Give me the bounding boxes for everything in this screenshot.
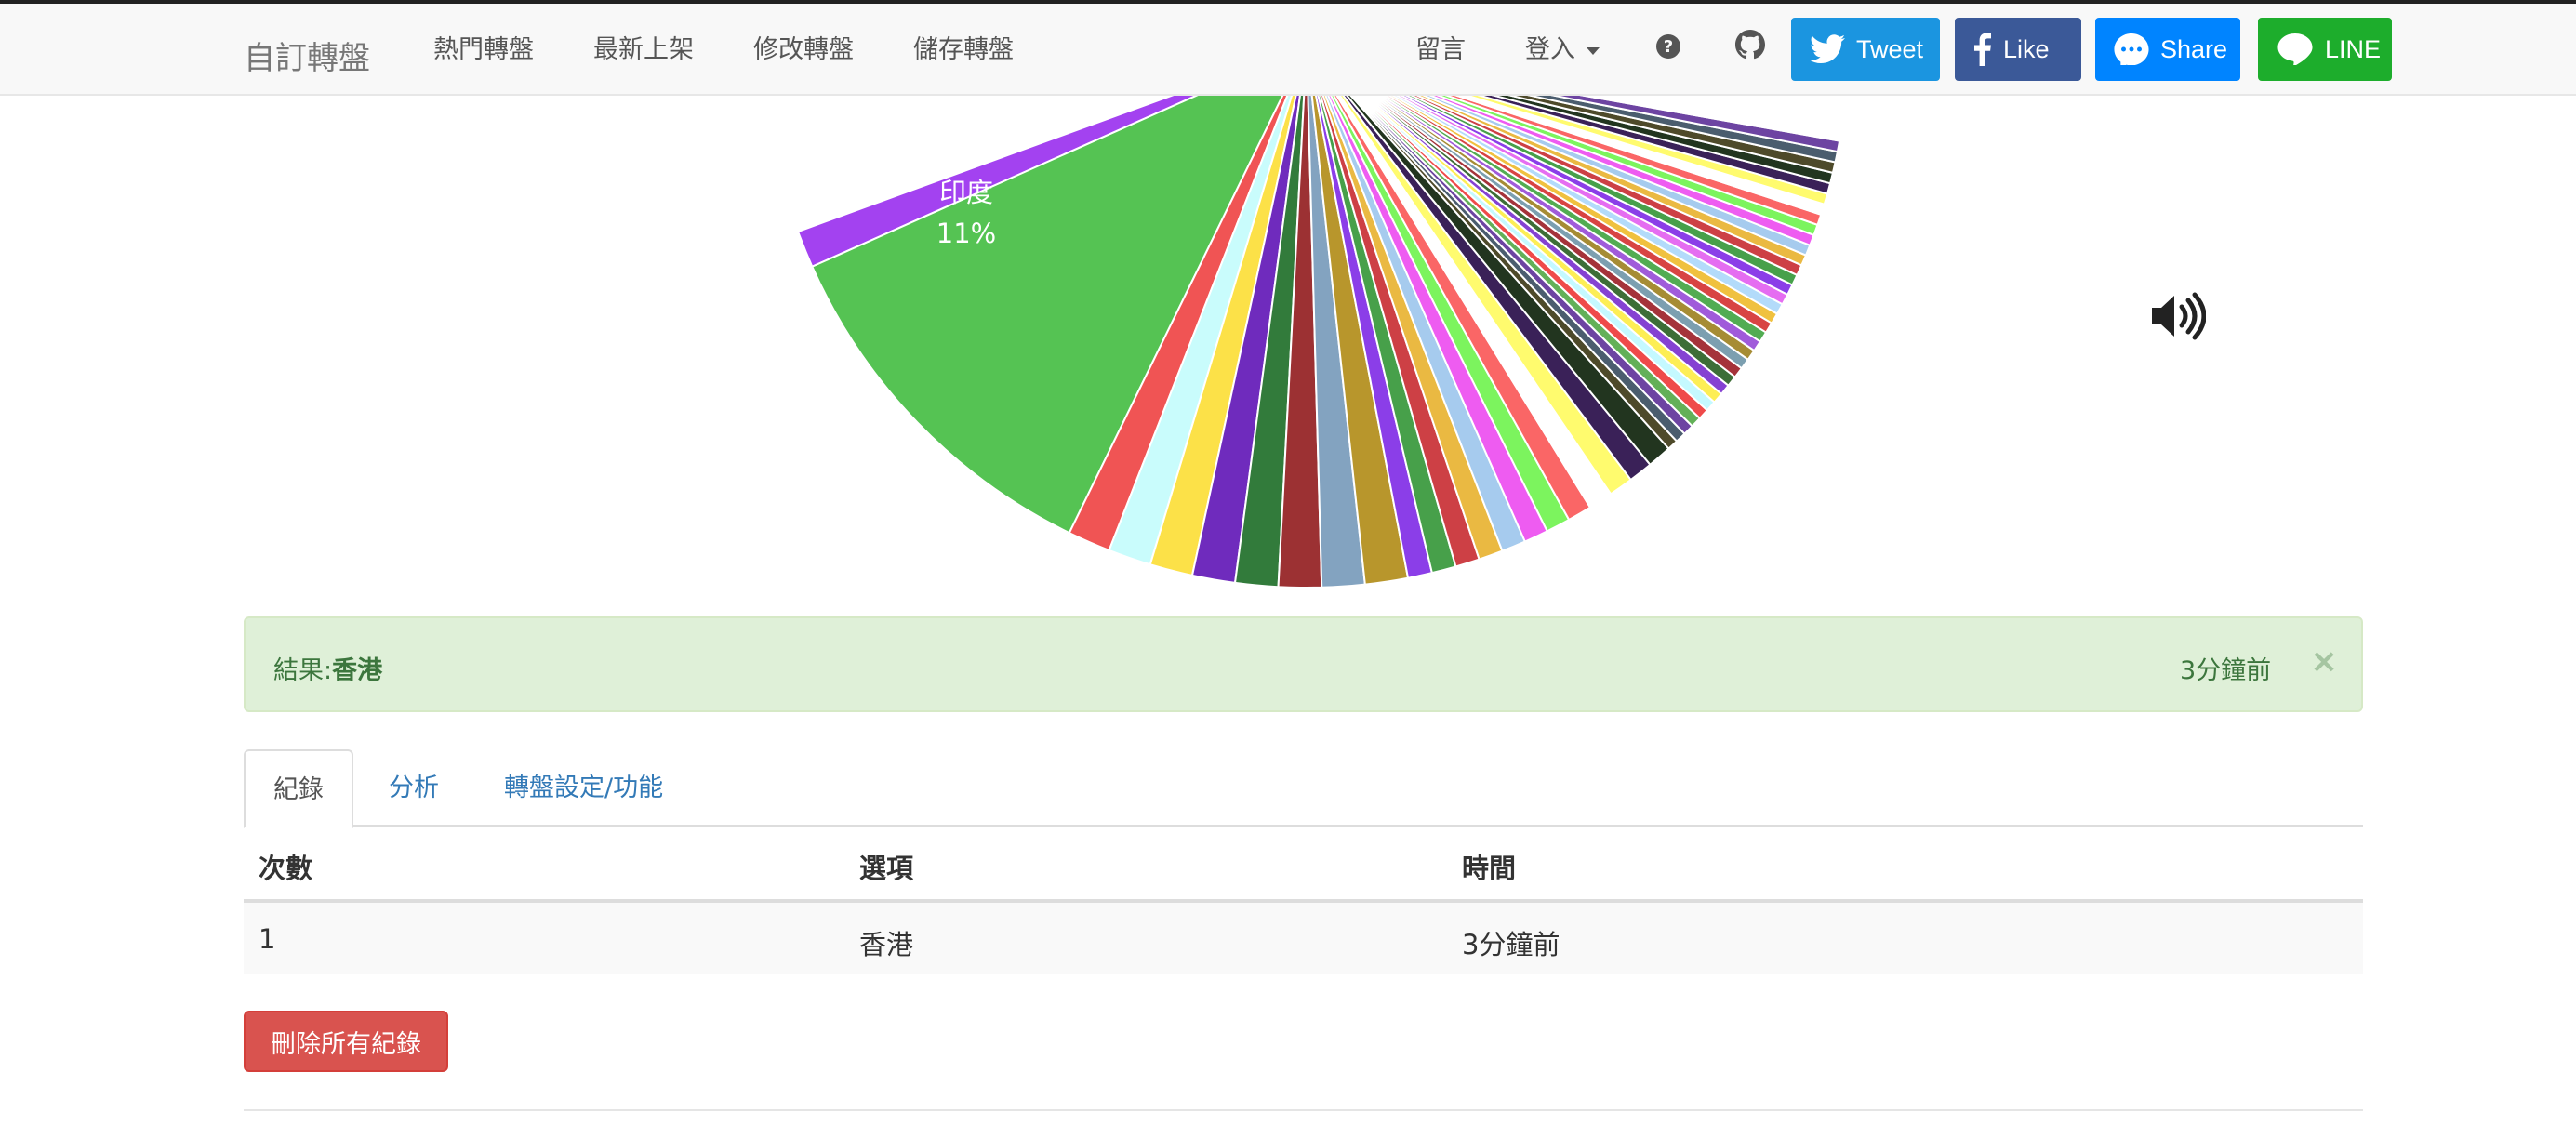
nav-login-dropdown[interactable]: 登入	[1525, 37, 1600, 62]
header-count: 次數	[259, 853, 313, 884]
divider	[244, 1109, 2363, 1111]
cell-count: 1	[259, 923, 276, 955]
like-label: Like	[2003, 34, 2050, 63]
result-text: 結果:香港	[273, 650, 382, 686]
messenger-icon	[2114, 33, 2149, 65]
tab-settings[interactable]: 轉盤設定/功能	[474, 749, 693, 827]
tweet-label: Tweet	[1856, 34, 1924, 63]
caret-down-icon	[1587, 46, 1600, 55]
header-option: 選項	[859, 853, 914, 884]
github-icon[interactable]	[1735, 30, 1765, 63]
cell-time: 3分鐘前	[1462, 929, 1560, 960]
wheel-label-percent: 11%	[936, 218, 996, 249]
share-label: Share	[2160, 34, 2228, 63]
svg-text:?: ?	[1664, 37, 1673, 57]
tweet-button[interactable]: Tweet	[1791, 18, 1940, 81]
cell-option: 香港	[859, 929, 914, 960]
records-table: 次數 選項 時間 1 香港 3分鐘前	[244, 827, 2363, 974]
tab-analysis[interactable]: 分析	[359, 749, 469, 827]
login-label: 登入	[1525, 35, 1575, 64]
result-time: 3分鐘前	[2180, 656, 2272, 685]
result-prefix: 結果:	[273, 656, 333, 685]
tab-bar: 紀錄 分析 轉盤設定/功能	[244, 749, 2363, 828]
nav-latest[interactable]: 最新上架	[593, 37, 694, 62]
close-icon[interactable]: ×	[2310, 642, 2338, 681]
brand-link[interactable]: 自訂轉盤	[244, 33, 370, 78]
table-header: 次數 選項 時間	[244, 827, 2363, 903]
line-icon	[2277, 33, 2313, 65]
nav-save[interactable]: 儲存轉盤	[913, 37, 1014, 62]
line-label: LINE	[2325, 34, 2382, 63]
facebook-icon	[1974, 33, 1991, 66]
question-circle-icon[interactable]: ?	[1655, 33, 1681, 63]
line-share-button[interactable]: LINE	[2258, 18, 2392, 81]
facebook-like-button[interactable]: Like	[1955, 18, 2081, 81]
table-row: 1 香港 3分鐘前	[244, 903, 2363, 974]
result-alert: 結果:香港 3分鐘前 ×	[244, 616, 2363, 712]
nav-comment[interactable]: 留言	[1415, 37, 1466, 62]
twitter-icon	[1810, 34, 1845, 64]
result-value: 香港	[332, 656, 383, 685]
nav-edit[interactable]: 修改轉盤	[753, 37, 854, 62]
header-time: 時間	[1462, 853, 1517, 884]
wheel-label-country: 印度	[939, 177, 993, 208]
delete-all-records-button[interactable]: 刪除所有紀錄	[244, 1011, 448, 1072]
volume-up-icon[interactable]	[2148, 290, 2207, 346]
navbar: 自訂轉盤 熱門轉盤 最新上架 修改轉盤 儲存轉盤 留言 登入 ? Tweet L…	[0, 4, 2576, 96]
tab-records[interactable]: 紀錄	[244, 749, 353, 828]
messenger-share-button[interactable]: Share	[2095, 18, 2240, 81]
nav-popular[interactable]: 熱門轉盤	[433, 37, 534, 62]
